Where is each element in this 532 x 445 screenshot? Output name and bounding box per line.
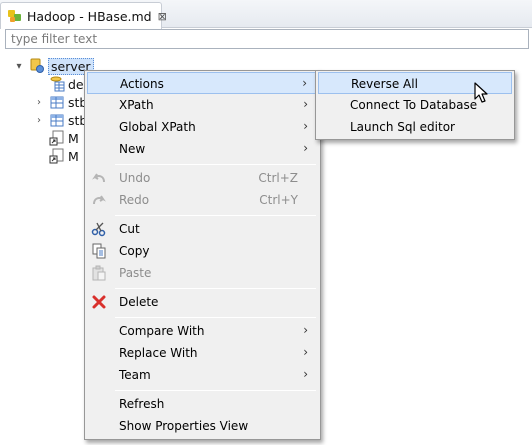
shortcut-icon bbox=[49, 148, 65, 164]
tree-node[interactable]: M bbox=[34, 128, 79, 148]
delete-icon bbox=[91, 294, 107, 310]
menu-item-delete[interactable]: Delete bbox=[87, 291, 318, 313]
shortcut-icon bbox=[49, 130, 65, 146]
submenu-arrow-icon: › bbox=[303, 345, 308, 359]
submenu-arrow-icon: › bbox=[302, 76, 307, 90]
menu-item-compare-with[interactable]: Compare With › bbox=[87, 320, 318, 342]
menu-item-redo[interactable]: Redo Ctrl+Y bbox=[87, 189, 318, 211]
tree-node[interactable]: › stb bbox=[34, 110, 87, 130]
menu-item-show-properties-view[interactable]: Show Properties View bbox=[87, 415, 318, 437]
menu-item-cut[interactable]: Cut bbox=[87, 218, 318, 240]
menu-item-replace-with[interactable]: Replace With › bbox=[87, 342, 318, 364]
expand-icon[interactable]: › bbox=[34, 97, 44, 108]
submenu-arrow-icon: › bbox=[303, 367, 308, 381]
menu-item-paste[interactable]: Paste bbox=[87, 262, 318, 284]
hadoop-icon bbox=[7, 8, 23, 24]
editor-tab[interactable]: Hadoop - HBase.md ⊠ bbox=[0, 2, 167, 29]
actions-submenu: Reverse All Connect To Database Launch S… bbox=[315, 70, 515, 140]
menu-separator bbox=[115, 288, 316, 289]
menu-item-new[interactable]: New › bbox=[87, 138, 318, 160]
menu-item-actions[interactable]: Actions › bbox=[87, 72, 318, 94]
paste-icon bbox=[91, 265, 107, 281]
menu-item-launch-sql-editor[interactable]: Launch Sql editor bbox=[318, 116, 512, 138]
table-icon bbox=[49, 112, 65, 128]
menu-separator bbox=[115, 164, 316, 165]
expand-icon[interactable]: › bbox=[34, 115, 44, 126]
menu-item-team[interactable]: Team › bbox=[87, 364, 318, 386]
submenu-arrow-icon: › bbox=[303, 119, 308, 133]
menu-item-xpath[interactable]: XPath › bbox=[87, 94, 318, 116]
close-icon[interactable]: ⊠ bbox=[158, 11, 167, 22]
database-table-icon bbox=[49, 76, 65, 92]
tree-node-label: de bbox=[68, 76, 84, 92]
editor-tab-title: Hadoop - HBase.md bbox=[27, 8, 152, 24]
tree-node[interactable]: M bbox=[34, 146, 79, 166]
server-icon bbox=[29, 58, 45, 74]
scissors-icon bbox=[91, 221, 107, 237]
editor-tab-bar: Hadoop - HBase.md ⊠ bbox=[0, 0, 532, 29]
menu-item-global-xpath[interactable]: Global XPath › bbox=[87, 116, 318, 138]
tree-node-label: M bbox=[68, 148, 79, 164]
table-icon bbox=[49, 94, 65, 110]
menu-separator bbox=[115, 317, 316, 318]
redo-icon bbox=[91, 192, 107, 208]
menu-separator bbox=[115, 215, 316, 216]
mouse-pointer-icon bbox=[474, 82, 490, 104]
tree-node[interactable]: de bbox=[34, 74, 84, 94]
copy-icon bbox=[91, 243, 107, 259]
submenu-arrow-icon: › bbox=[303, 97, 308, 111]
menu-item-undo[interactable]: Undo Ctrl+Z bbox=[87, 167, 318, 189]
tree-node-label: M bbox=[68, 130, 79, 146]
menu-item-refresh[interactable]: Refresh bbox=[87, 393, 318, 415]
menu-separator bbox=[115, 390, 316, 391]
context-menu: Actions › XPath › Global XPath › New › U… bbox=[84, 70, 321, 440]
collapse-icon[interactable]: ▾ bbox=[14, 61, 24, 72]
tree-node-server[interactable]: ▾ server bbox=[14, 56, 94, 76]
undo-icon bbox=[91, 170, 107, 186]
menu-item-copy[interactable]: Copy bbox=[87, 240, 318, 262]
filter-input[interactable] bbox=[5, 29, 529, 49]
submenu-arrow-icon: › bbox=[303, 141, 308, 155]
submenu-arrow-icon: › bbox=[303, 323, 308, 337]
tree-node[interactable]: › stb bbox=[34, 92, 87, 112]
